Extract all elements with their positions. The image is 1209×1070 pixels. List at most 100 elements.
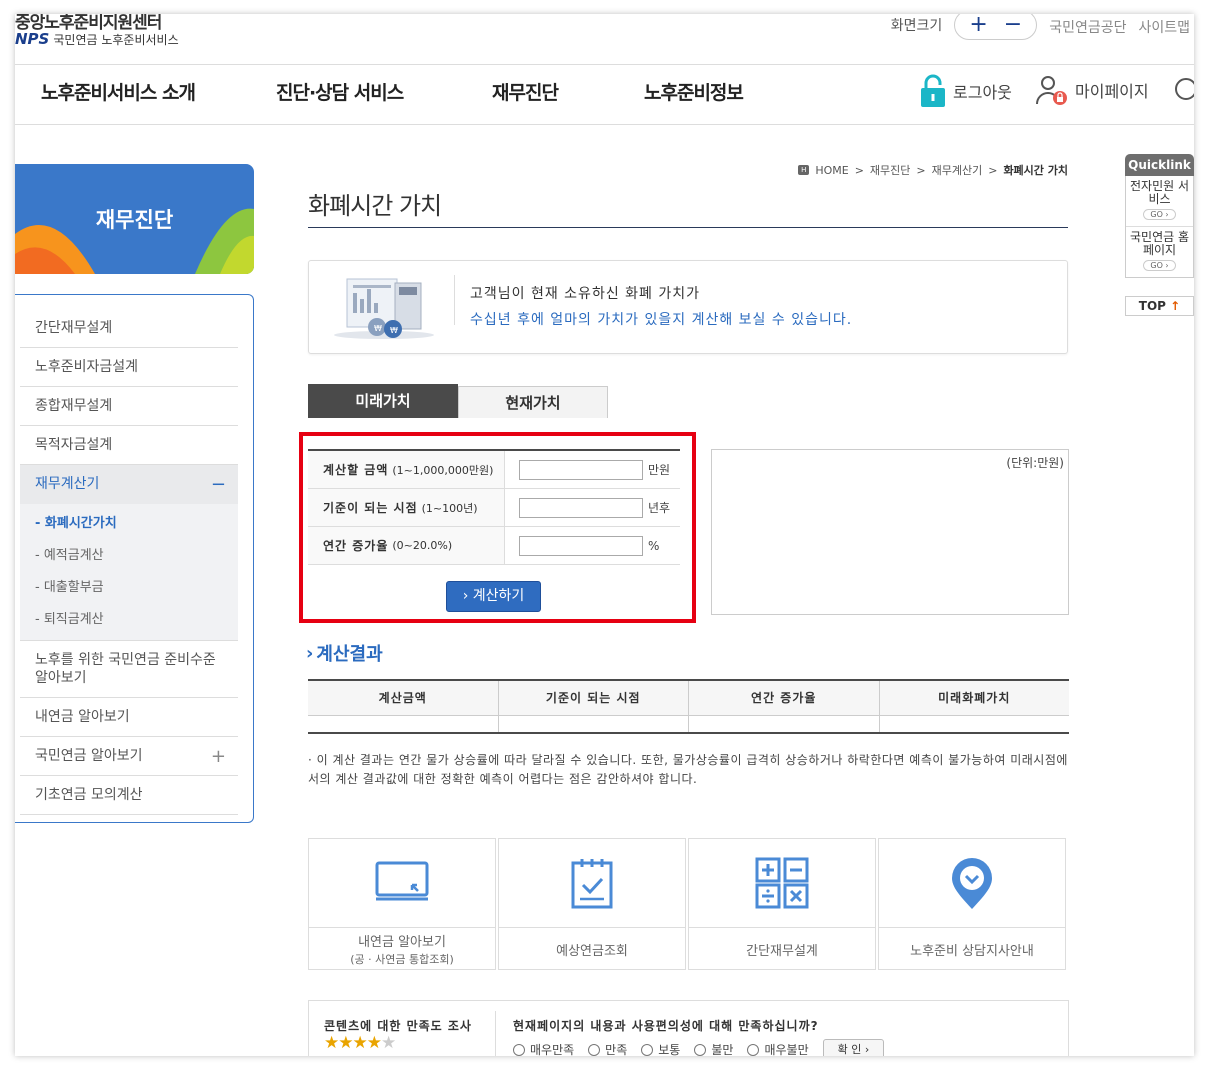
lnb-item-goal-fund[interactable]: 목적자금설계	[20, 426, 238, 465]
lock-icon	[921, 74, 945, 107]
survey-option[interactable]: 매우만족	[513, 1041, 574, 1056]
results-table-header: 계산금액 기준이 되는 시점 연간 증가율 미래화폐가치	[308, 681, 1069, 716]
rate-input[interactable]	[519, 535, 643, 556]
gnb-bottom-border	[15, 124, 1194, 125]
nps-corp-link[interactable]: 국민연금공단	[1049, 17, 1126, 37]
nps-logo[interactable]: NPS 국민연금 노후준비서비스	[15, 30, 179, 48]
zoom-out-button[interactable]: −	[1004, 14, 1022, 36]
amount-range: (1~1,000,000만원)	[392, 463, 494, 477]
survey-option[interactable]: 매우불만	[747, 1041, 809, 1056]
lnb-sub-item-loan[interactable]: - 대출할부금	[35, 572, 238, 604]
utility-bar: 화면크기 + − 국민연금공단 사이트맵	[891, 14, 1190, 40]
col-amount: 계산금액	[308, 681, 499, 715]
amount-label: 계산할 금액 (1~1,000,000만원)	[308, 451, 505, 488]
lnb-menu: 간단재무설계 노후준비자금설계 종합재무설계 목적자금설계 재무계산기 − - …	[15, 294, 254, 823]
radio-icon[interactable]	[588, 1044, 601, 1056]
results-title: 계산결과	[316, 644, 383, 665]
survey-title: 콘텐츠에 대한 만족도 조사	[324, 1019, 472, 1033]
top-button[interactable]: TOP ↑	[1125, 296, 1194, 316]
fontsize-controls: + −	[954, 14, 1038, 40]
survey-option[interactable]: 만족	[588, 1041, 627, 1056]
logout-link[interactable]: 로그아웃	[919, 74, 1012, 108]
lnb-sub-item-severance[interactable]: - 퇴직금계산	[35, 604, 238, 636]
lnb-item-my-pension[interactable]: 내연금 알아보기	[20, 698, 238, 737]
calculator-icon	[755, 857, 809, 909]
star-icon: ★	[338, 1033, 353, 1053]
lnb-title-banner: 재무진단	[15, 164, 254, 274]
gnb-item-finance[interactable]: 재무진단	[492, 78, 559, 105]
radio-icon[interactable]	[641, 1044, 654, 1056]
collapse-icon[interactable]: −	[211, 465, 226, 504]
lnb-item-simple-plan[interactable]: 간단재무설계	[20, 309, 238, 348]
calculate-button[interactable]: › 계산하기	[446, 581, 541, 612]
lnb-item-national-pension[interactable]: 국민연금 알아보기 +	[20, 737, 238, 776]
star-icon: ★	[352, 1033, 368, 1053]
star-icon: ★	[366, 1033, 382, 1053]
card-branch-guide[interactable]: 노후준비 상담지사안내	[878, 838, 1066, 970]
lnb-sub-item-savings[interactable]: - 예적금계산	[35, 540, 238, 572]
survey-divider	[495, 1011, 496, 1056]
survey-submit-button[interactable]: 확 인 ›	[822, 1039, 885, 1056]
survey-option[interactable]: 보통	[641, 1041, 680, 1056]
lnb-item-pension-level[interactable]: 노후를 위한 국민연금 준비수준 알아보기	[20, 641, 238, 698]
breadcrumb-item[interactable]: 재무계산기	[932, 162, 983, 178]
calc-form: 계산할 금액 (1~1,000,000만원) 만원 기준이 되는 시점 (1~1…	[308, 449, 680, 565]
mypage-link[interactable]: 마이페이지	[1035, 74, 1149, 106]
breadcrumb-item[interactable]: 재무진단	[870, 162, 910, 178]
radio-icon[interactable]	[513, 1044, 525, 1056]
amount-input[interactable]	[519, 459, 643, 480]
lnb-item-basic-pension[interactable]: 기초연금 모의계산	[20, 776, 238, 815]
breadcrumb-separator: >	[916, 163, 926, 177]
tab-future-value[interactable]: 미래가치	[308, 384, 458, 418]
top-label: TOP	[1138, 299, 1166, 313]
nps-logo-text: 국민연금 노후준비서비스	[53, 32, 179, 47]
period-input[interactable]	[519, 497, 643, 518]
lnb-item-retirement-fund[interactable]: 노후준비자금설계	[20, 348, 238, 387]
col-future-value: 미래화폐가치	[938, 691, 1011, 705]
table-cell	[689, 716, 880, 732]
go-button[interactable]: GO ›	[1143, 209, 1176, 220]
amount-label-text: 계산할 금액	[323, 463, 389, 477]
search-icon[interactable]	[1173, 76, 1194, 106]
card-expected-pension[interactable]: 예상연금조회	[498, 838, 686, 970]
satisfaction-survey: 콘텐츠에 대한 만족도 조사 ★★★★★ 현재페이지의 내용과 사용편의성에 대…	[308, 1000, 1069, 1056]
survey-question: 현재페이지의 내용과 사용편의성에 대해 만족하십니까?	[513, 1019, 819, 1033]
card-simple-plan[interactable]: 간단재무설계	[688, 838, 876, 970]
gnb-item-consult[interactable]: 진단·상담 서비스	[276, 78, 404, 105]
tab-present-value[interactable]: 현재가치	[458, 386, 608, 418]
intro-line-1: 고객님이 현재 소유하신 화폐 가치가	[470, 286, 700, 302]
card-label-box: 간단재무설계	[689, 927, 875, 970]
table-cell	[499, 716, 689, 732]
logout-label: 로그아웃	[953, 83, 1012, 102]
results-heading: › 계산결과	[306, 640, 383, 666]
zoom-in-button[interactable]: +	[969, 14, 987, 36]
lnb-title: 재무진단	[95, 208, 174, 232]
breadcrumb-separator: >	[988, 163, 998, 177]
radio-icon[interactable]	[694, 1044, 707, 1056]
quicklink-e-civil[interactable]: 전자민원 서비스 GO ›	[1126, 176, 1193, 227]
period-label: 기준이 되는 시점 (1~100년)	[308, 489, 505, 526]
sitemap-link[interactable]: 사이트맵	[1138, 17, 1190, 37]
go-button[interactable]: GO ›	[1143, 260, 1176, 271]
breadcrumb-home[interactable]: HOME	[815, 164, 848, 177]
quicklink-label: 국민연금 홈페이지	[1129, 230, 1189, 257]
rate-range: (0~20.0%)	[392, 539, 453, 552]
quicklink-nps-home[interactable]: 국민연금 홈페이지 GO ›	[1126, 227, 1193, 277]
gnb-item-info[interactable]: 노후준비정보	[644, 78, 744, 105]
quicklink-label: 전자민원 서비스	[1129, 179, 1189, 206]
expand-icon[interactable]: +	[211, 737, 226, 776]
monitor-icon	[375, 861, 429, 901]
title-underline	[308, 227, 1068, 228]
radio-icon[interactable]	[747, 1044, 760, 1056]
lnb-item-calculator[interactable]: 재무계산기 −	[20, 465, 238, 504]
results-table: 계산금액 기준이 되는 시점 연간 증가율 미래화폐가치	[308, 679, 1069, 734]
lnb-sub-item-time-value[interactable]: - 화폐시간가치	[35, 508, 238, 540]
lnb-item-comprehensive-plan[interactable]: 종합재무설계	[20, 387, 238, 426]
table-cell	[308, 716, 499, 732]
card-label-box: 노후준비 상담지사안내	[879, 927, 1065, 970]
gnb-item-intro[interactable]: 노후준비서비스 소개	[41, 78, 196, 105]
card-my-pension[interactable]: 내연금 알아보기 (공 · 사연금 통합조회)	[308, 838, 496, 970]
breadcrumb-separator: >	[854, 163, 864, 177]
survey-option[interactable]: 불만	[694, 1041, 733, 1056]
lnb-submenu: - 화폐시간가치 - 예적금계산 - 대출할부금 - 퇴직금계산	[20, 504, 238, 641]
